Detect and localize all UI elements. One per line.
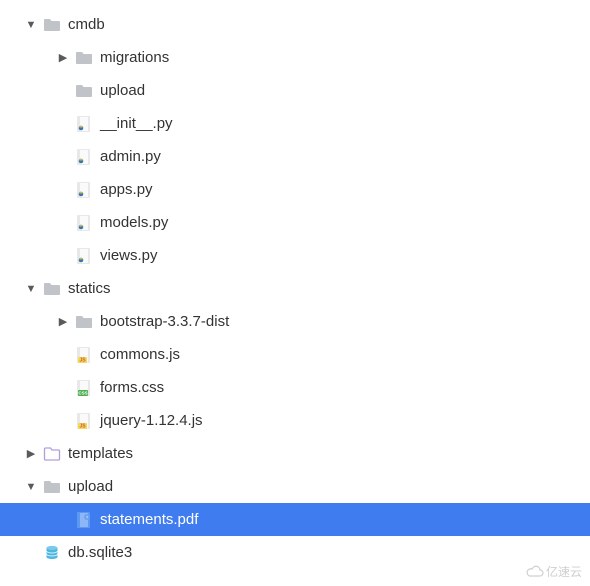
tree-item-label: forms.css xyxy=(100,379,164,396)
tree-item-label: upload xyxy=(68,478,113,495)
python-icon xyxy=(74,180,94,200)
folder-icon xyxy=(74,48,94,68)
tree-item-apps-py[interactable]: ▶apps.py xyxy=(0,173,590,206)
folder-icon xyxy=(74,312,94,332)
folder-icon xyxy=(42,15,62,35)
tree-item-statics[interactable]: ▼ statics xyxy=(0,272,590,305)
tree-item-label: cmdb xyxy=(68,16,105,33)
tree-item-forms-css[interactable]: ▶CSSforms.css xyxy=(0,371,590,404)
chevron-down-icon[interactable]: ▼ xyxy=(22,19,40,31)
python-icon xyxy=(74,147,94,167)
file-tree: ▼cmdb▶migrations▶upload▶__init__.py▶admi… xyxy=(0,0,590,569)
tree-item-db-sqlite3[interactable]: ▶db.sqlite3 xyxy=(0,536,590,569)
tree-item-label: jquery-1.12.4.js xyxy=(100,412,203,429)
tree-item-label: templates xyxy=(68,445,133,462)
tree-item-label: migrations xyxy=(100,49,169,66)
chevron-right-icon[interactable]: ▶ xyxy=(54,315,72,328)
js-icon: JS xyxy=(74,345,94,365)
tree-item-init-py[interactable]: ▶__init__.py xyxy=(0,107,590,140)
js-icon: JS xyxy=(74,411,94,431)
tree-item-commons-js[interactable]: ▶JScommons.js xyxy=(0,338,590,371)
tree-item-label: commons.js xyxy=(100,346,180,363)
tree-item-statements[interactable]: ▶?statements.pdf xyxy=(0,503,590,536)
tree-item-models-py[interactable]: ▶models.py xyxy=(0,206,590,239)
chevron-right-icon[interactable]: ▶ xyxy=(54,51,72,64)
tree-item-label: views.py xyxy=(100,247,158,264)
tree-item-label: upload xyxy=(100,82,145,99)
pdf-icon: ? xyxy=(74,510,94,530)
python-icon xyxy=(74,114,94,134)
chevron-right-icon[interactable]: ▶ xyxy=(22,447,40,460)
tree-item-templates[interactable]: ▶ templates xyxy=(0,437,590,470)
database-icon xyxy=(42,543,62,563)
svg-text:JS: JS xyxy=(79,357,86,363)
tree-item-label: statics xyxy=(68,280,111,297)
tree-item-label: __init__.py xyxy=(100,115,173,132)
folder-icon xyxy=(42,279,62,299)
python-icon xyxy=(74,213,94,233)
folder-icon xyxy=(42,477,62,497)
folder-icon xyxy=(74,81,94,101)
tree-item-label: statements.pdf xyxy=(100,511,198,528)
tree-item-bootstrap[interactable]: ▶ bootstrap-3.3.7-dist xyxy=(0,305,590,338)
tree-item-cmdb[interactable]: ▼ cmdb xyxy=(0,8,590,41)
tree-item-label: bootstrap-3.3.7-dist xyxy=(100,313,229,330)
chevron-down-icon[interactable]: ▼ xyxy=(22,481,40,493)
tree-item-label: admin.py xyxy=(100,148,161,165)
tree-item-migrations[interactable]: ▶ migrations xyxy=(0,41,590,74)
tree-item-label: models.py xyxy=(100,214,168,231)
python-icon xyxy=(74,246,94,266)
tree-item-label: apps.py xyxy=(100,181,153,198)
svg-text:JS: JS xyxy=(79,423,86,429)
tree-item-upload-cmdb[interactable]: ▶upload xyxy=(0,74,590,107)
tree-item-views-py[interactable]: ▶views.py xyxy=(0,239,590,272)
css-icon: CSS xyxy=(74,378,94,398)
tree-item-upload[interactable]: ▼ upload xyxy=(0,470,590,503)
tree-item-label: db.sqlite3 xyxy=(68,544,132,561)
folder-outline-icon xyxy=(42,444,62,464)
chevron-down-icon[interactable]: ▼ xyxy=(22,283,40,295)
tree-item-admin-py[interactable]: ▶admin.py xyxy=(0,140,590,173)
tree-item-jquery-js[interactable]: ▶JSjquery-1.12.4.js xyxy=(0,404,590,437)
svg-text:CSS: CSS xyxy=(78,390,87,395)
